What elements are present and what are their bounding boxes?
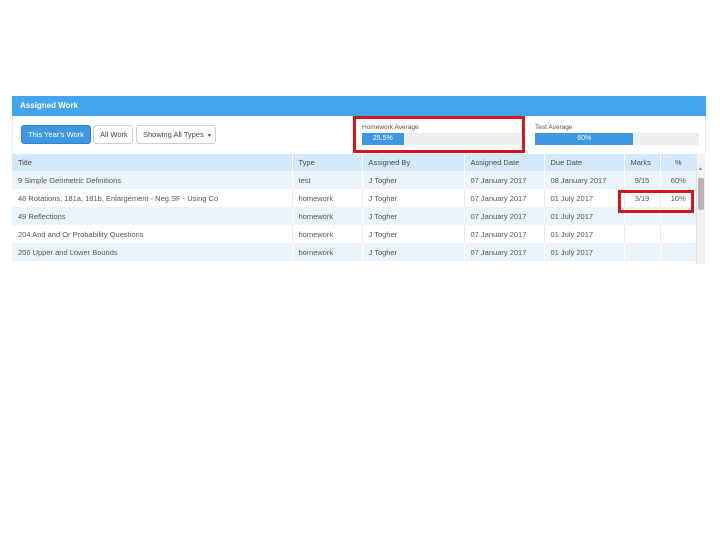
chevron-down-icon: ▾ [207,133,211,139]
cell-assigned-by: J Togher [361,171,464,189]
table-header-row: Title Type Assigned By Assigned Date Due… [12,154,696,171]
cell-title[interactable]: 49 Reflections [12,207,292,225]
assigned-work-table: Title Type Assigned By Assigned Date Due… [12,154,696,261]
column-header-due-date[interactable]: Due Date [543,154,624,171]
table-row[interactable]: 9 Simple Geometric Definitions test J To… [12,171,696,189]
cell-marks [623,243,660,261]
column-header-assigned-by[interactable]: Assigned By [361,154,464,171]
table-row[interactable]: 49 Reflections homework J Togher 07 Janu… [12,207,696,225]
cell-title[interactable]: 206 Upper and Lower Bounds [12,243,292,261]
cell-type: test [291,171,362,189]
cell-percent [659,225,696,243]
column-header-percent[interactable]: % [659,154,696,171]
cell-due-date: 01 July 2017 [543,243,624,261]
table-scrollbar[interactable]: ▲ [696,154,705,264]
column-header-type[interactable]: Type [291,154,362,171]
marks-highlight-box [618,190,694,213]
scroll-up-arrow-icon[interactable]: ▲ [698,166,703,172]
panel-title: Assigned Work [12,96,706,116]
types-filter-label: Showing All Types [143,130,204,139]
all-work-button[interactable]: All Work [93,125,133,144]
types-filter-dropdown[interactable]: Showing All Types ▾ [136,125,216,144]
cell-type: homework [291,207,362,225]
table-row[interactable]: 46 Rotations, 181a, 181b, Enlargement - … [12,189,696,207]
cell-type: homework [291,243,362,261]
cell-assigned-date: 07 January 2017 [463,243,544,261]
test-average-fill: 60% [535,133,634,145]
cell-assigned-by: J Togher [361,243,464,261]
cell-due-date: 01 July 2017 [543,207,624,225]
cell-assigned-date: 07 January 2017 [463,189,544,207]
cell-type: homework [291,189,362,207]
cell-due-date: 08 January 2017 [543,171,624,189]
homework-average-highlight-box [353,116,525,153]
scrollbar-thumb[interactable] [698,178,704,210]
table-row[interactable]: 206 Upper and Lower Bounds homework J To… [12,243,696,261]
cell-due-date: 01 July 2017 [543,225,624,243]
cell-type: homework [291,225,362,243]
cell-assigned-by: J Togher [361,207,464,225]
cell-marks [623,225,660,243]
cell-assigned-date: 07 January 2017 [463,171,544,189]
cell-percent: 60% [659,171,696,189]
table-row[interactable]: 204 And and Or Probability Questions hom… [12,225,696,243]
column-header-marks[interactable]: Marks [623,154,660,171]
cell-title[interactable]: 9 Simple Geometric Definitions [12,171,292,189]
test-average-bar: 60% [535,133,699,145]
cell-marks: 9/15 [623,171,660,189]
cell-assigned-date: 07 January 2017 [463,225,544,243]
cell-title[interactable]: 46 Rotations, 181a, 181b, Enlargement - … [12,189,292,207]
cell-assigned-by: J Togher [361,225,464,243]
cell-title[interactable]: 204 And and Or Probability Questions [12,225,292,243]
column-header-assigned-date[interactable]: Assigned Date [463,154,544,171]
cell-due-date: 01 July 2017 [543,189,624,207]
test-average: Test Average 60% [535,123,699,145]
cell-assigned-date: 07 January 2017 [463,207,544,225]
test-average-label: Test Average [535,124,573,131]
cell-assigned-by: J Togher [361,189,464,207]
cell-percent [659,243,696,261]
this-years-work-button[interactable]: This Year's Work [21,125,91,144]
column-header-title[interactable]: Title [12,154,292,171]
